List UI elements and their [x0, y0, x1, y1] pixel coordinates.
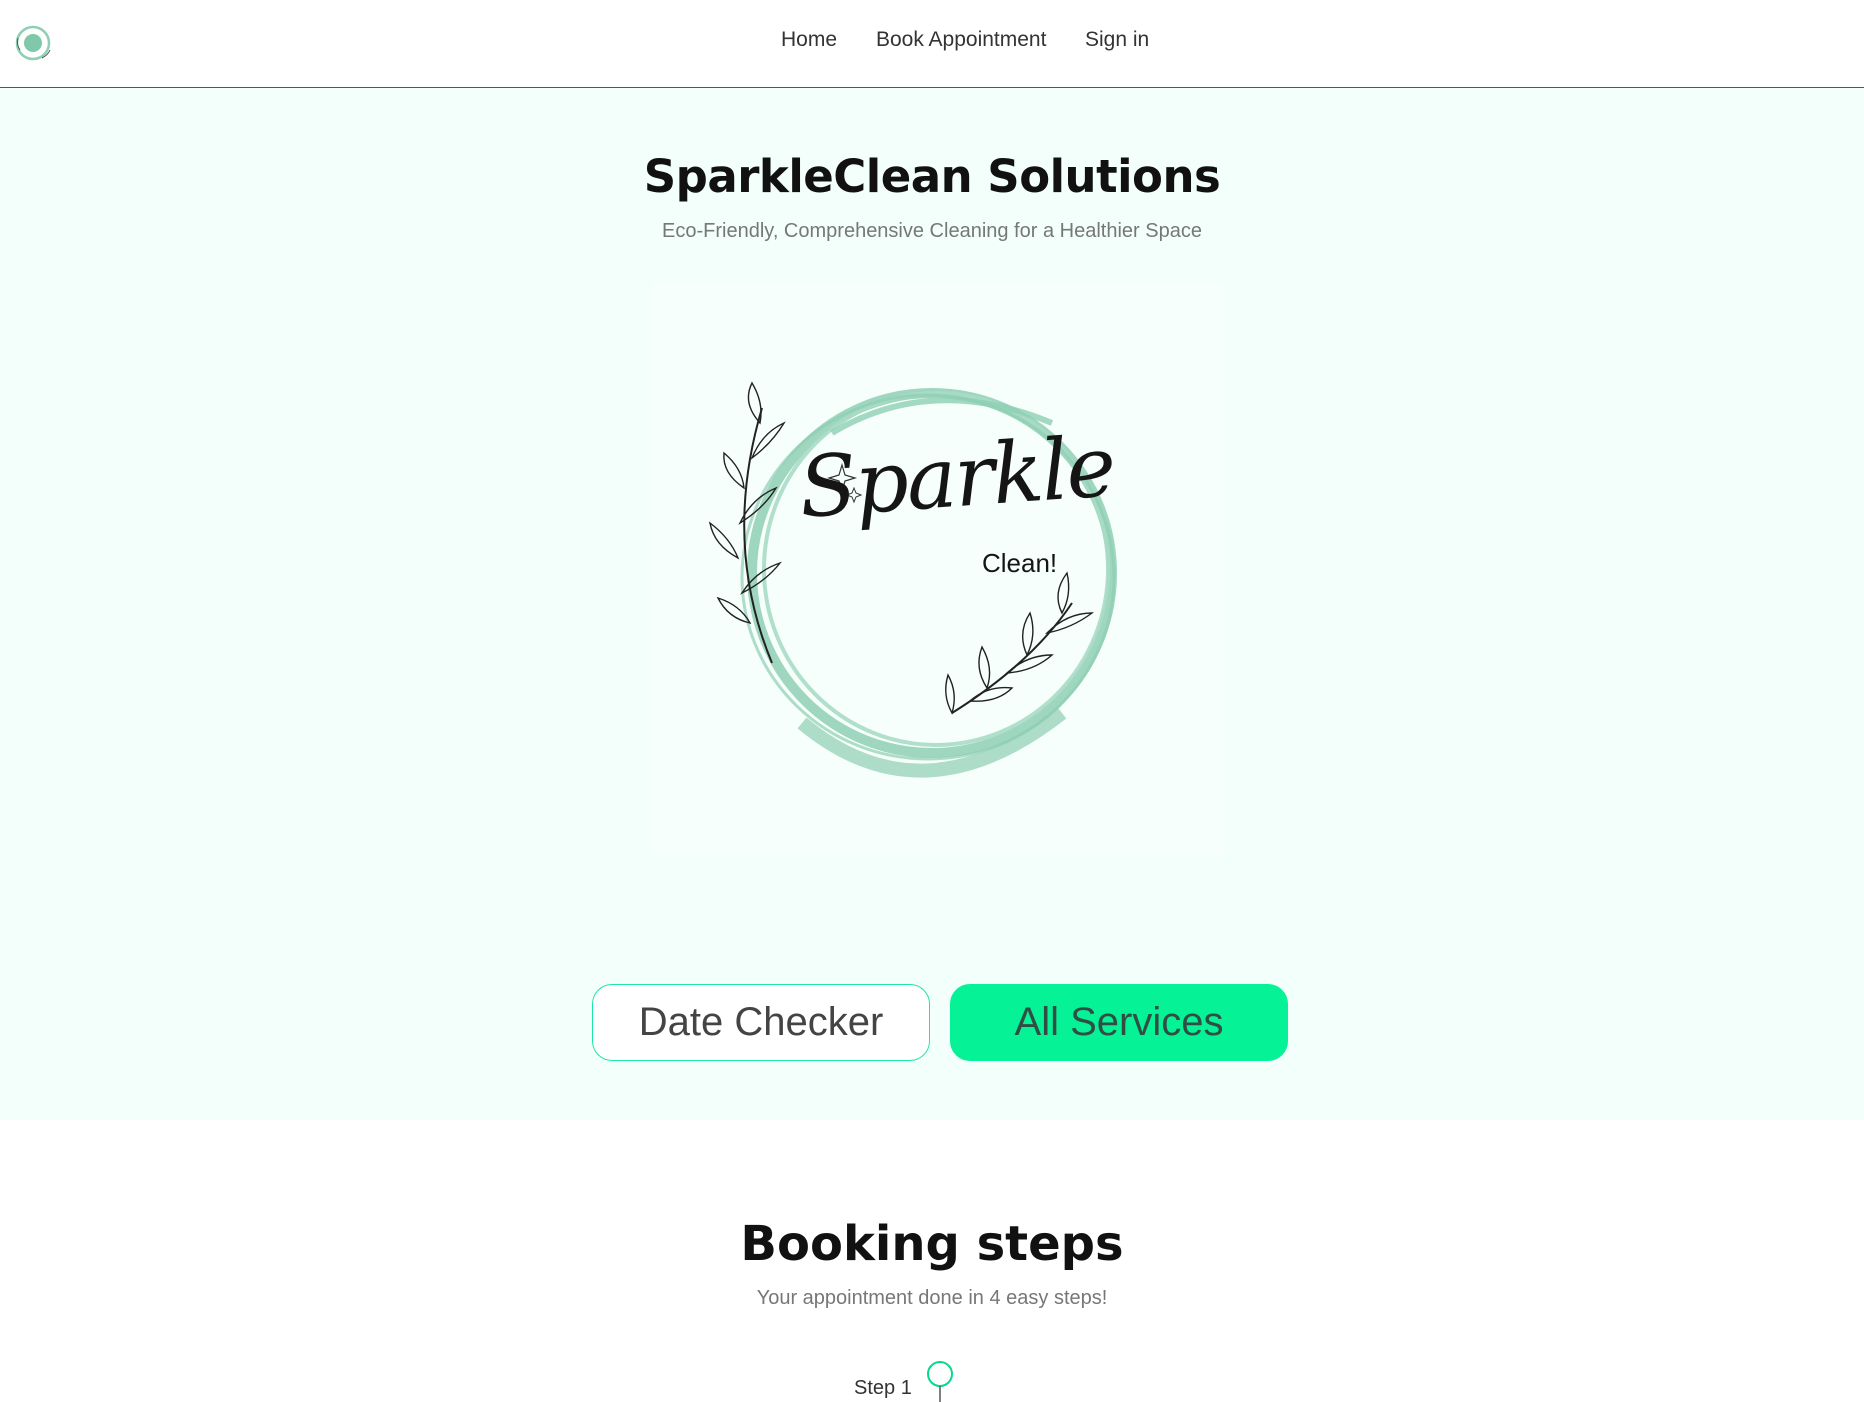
nav-links: Home Book Appointment Sign in — [0, 0, 1864, 88]
date-checker-button[interactable]: Date Checker — [592, 984, 930, 1061]
page-title: SparkleClean Solutions — [643, 150, 1221, 203]
step-marker-icon — [927, 1361, 953, 1402]
step-1-label: Step 1 — [854, 1377, 912, 1399]
hero-subtitle: Eco-Friendly, Comprehensive Cleaning for… — [662, 220, 1202, 242]
all-services-button[interactable]: All Services — [950, 984, 1288, 1061]
logo-subtext: Clean! — [982, 548, 1058, 578]
hero-section: SparkleClean Solutions Eco-Friendly, Com… — [0, 88, 1864, 1120]
booking-steps-title: Booking steps — [740, 1216, 1124, 1272]
top-navbar: Home Book Appointment Sign in — [0, 0, 1864, 88]
wreath-graphic — [708, 381, 1117, 778]
brand-logo-image: Sparkle Clean! — [652, 283, 1224, 855]
nav-link-home[interactable]: Home — [781, 28, 837, 52]
nav-link-sign-in[interactable]: Sign in — [1085, 28, 1149, 52]
nav-link-book-appointment[interactable]: Book Appointment — [876, 28, 1046, 52]
booking-steps-subtitle: Your appointment done in 4 easy steps! — [756, 1287, 1108, 1309]
